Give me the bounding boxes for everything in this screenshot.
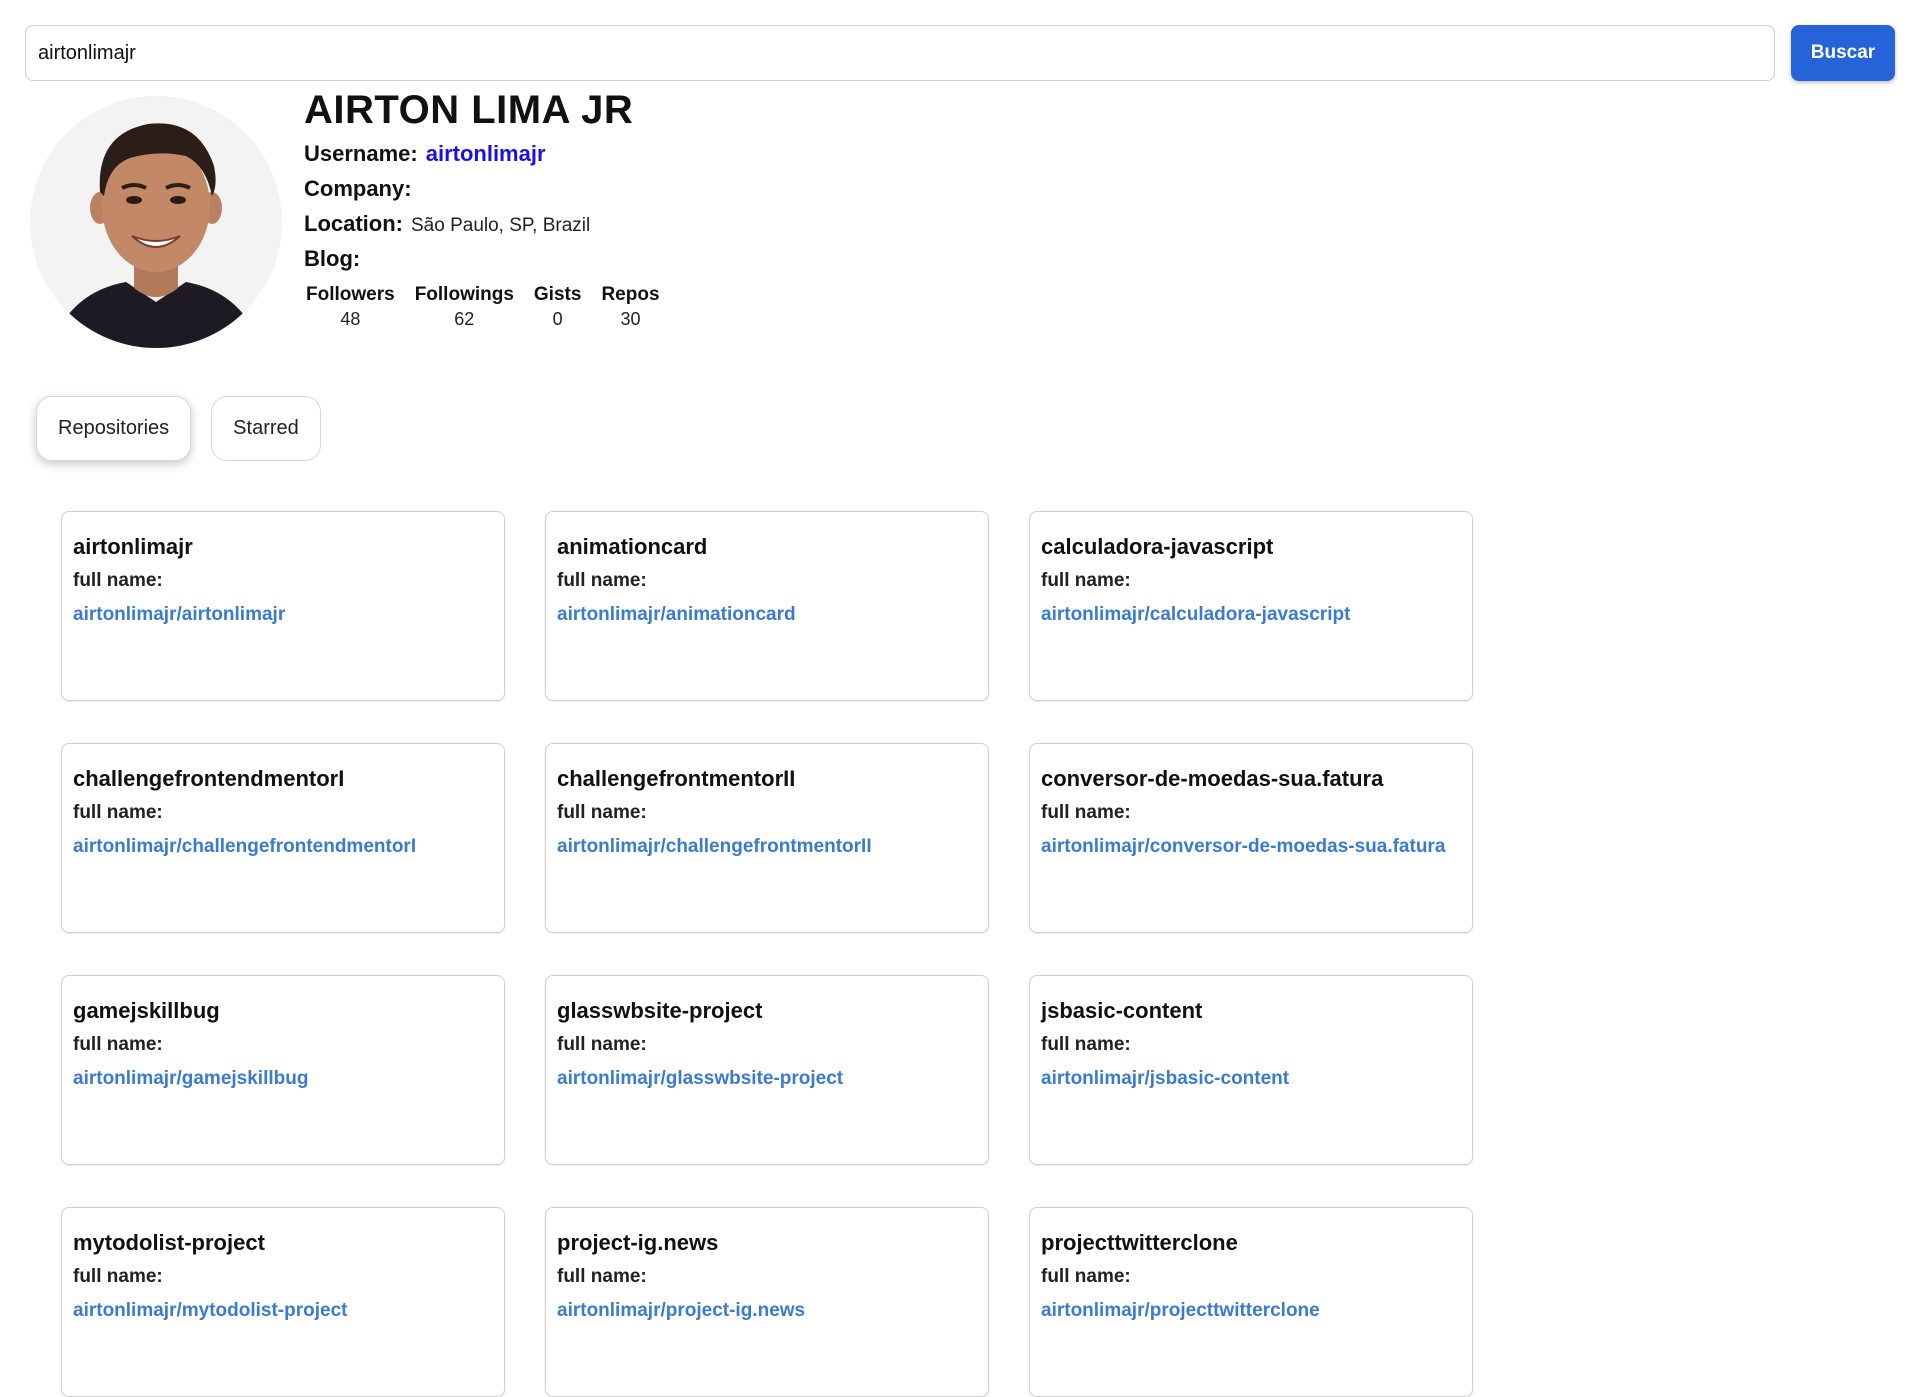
stat-label: Gists <box>533 284 582 305</box>
repo-full-name-label: full name: <box>73 1266 163 1287</box>
location-row: Location: São Paulo, SP, Brazil <box>304 206 633 241</box>
repo-card: jsbasic-content full name: airtonlimajr/… <box>1029 975 1473 1165</box>
repo-full-name-label: full name: <box>73 802 163 823</box>
repo-name: calculadora-javascript <box>1041 534 1274 559</box>
repo-card: project-ig.news full name: airtonlimajr/… <box>545 1207 989 1397</box>
stat-label: Repos <box>601 284 660 305</box>
repo-card: glasswbsite-project full name: airtonlim… <box>545 975 989 1165</box>
location-label: Location: <box>304 211 403 236</box>
repo-name: gamejskillbug <box>73 998 220 1023</box>
stat-value: 62 <box>454 309 475 329</box>
blog-row: Blog: <box>304 241 633 276</box>
repo-full-name-label: full name: <box>557 570 647 591</box>
repo-full-name-label: full name: <box>1041 570 1131 591</box>
repo-card: projecttwitterclone full name: airtonlim… <box>1029 1207 1473 1397</box>
avatar <box>30 96 282 348</box>
repo-card: mytodolist-project full name: airtonlima… <box>61 1207 505 1397</box>
repo-name: project-ig.news <box>557 1230 719 1255</box>
stat-label: Followers <box>306 284 395 305</box>
repo-full-name-label: full name: <box>557 1034 647 1055</box>
repo-link[interactable]: airtonlimajr/animationcard <box>557 598 977 632</box>
repo-name: glasswbsite-project <box>557 998 763 1023</box>
username-link[interactable]: airtonlimajr <box>426 141 546 166</box>
username-row: Username: airtonlimajr <box>304 136 633 171</box>
blog-label: Blog: <box>304 246 361 271</box>
repo-name: airtonlimajr <box>73 534 193 559</box>
stat-value: 48 <box>340 309 361 329</box>
location-value: São Paulo, SP, Brazil <box>411 215 591 236</box>
repo-full-name-label: full name: <box>1041 1034 1131 1055</box>
repo-name: challengefrontmentorII <box>557 766 796 791</box>
repo-link[interactable]: airtonlimajr/calculadora-javascript <box>1041 598 1461 632</box>
repo-name: mytodolist-project <box>73 1230 265 1255</box>
repo-full-name-label: full name: <box>73 570 163 591</box>
repo-card: challengefrontendmentorI full name: airt… <box>61 743 505 933</box>
stat-value: 30 <box>620 309 641 329</box>
repo-name: jsbasic-content <box>1041 998 1203 1023</box>
repo-link[interactable]: airtonlimajr/challengefrontmentorII <box>557 830 977 864</box>
avatar-photo <box>30 96 282 348</box>
repo-link[interactable]: airtonlimajr/conversor-de-moedas-sua.fat… <box>1041 830 1461 864</box>
repo-link[interactable]: airtonlimajr/jsbasic-content <box>1041 1062 1461 1096</box>
tab-starred[interactable]: Starred <box>211 396 321 461</box>
repo-card: airtonlimajr full name: airtonlimajr/air… <box>61 511 505 701</box>
username-label: Username: <box>304 141 418 166</box>
repo-card: animationcard full name: airtonlimajr/an… <box>545 511 989 701</box>
profile-name: AIRTON LIMA JR <box>304 88 634 132</box>
repo-link[interactable]: airtonlimajr/projecttwitterclone <box>1041 1294 1461 1328</box>
stat-followers: Followers 48 <box>306 283 395 331</box>
repo-full-name-label: full name: <box>1041 1266 1131 1287</box>
repo-name: conversor-de-moedas-sua.fatura <box>1041 766 1384 791</box>
repo-name: projecttwitterclone <box>1041 1230 1238 1255</box>
repo-full-name-label: full name: <box>557 802 647 823</box>
search-bar: Buscar <box>25 25 1895 81</box>
repo-card: gamejskillbug full name: airtonlimajr/ga… <box>61 975 505 1165</box>
repo-full-name-label: full name: <box>73 1034 163 1055</box>
repo-link[interactable]: airtonlimajr/gamejskillbug <box>73 1062 493 1096</box>
repo-name: challengefrontendmentorI <box>73 766 345 791</box>
stat-label: Followings <box>414 284 514 305</box>
repo-full-name-label: full name: <box>1041 802 1131 823</box>
profile-stats: Followers 48 Followings 62 Gists 0 Repos… <box>306 283 660 331</box>
company-row: Company: <box>304 171 633 206</box>
tab-bar: Repositories Starred <box>36 396 321 461</box>
repo-grid: airtonlimajr full name: airtonlimajr/air… <box>61 511 1473 1397</box>
tab-repositories[interactable]: Repositories <box>36 396 192 461</box>
profile-info: AIRTON LIMA JR Username: airtonlimajr Com… <box>304 84 633 276</box>
repo-link[interactable]: airtonlimajr/airtonlimajr <box>73 598 493 632</box>
repo-card: challengefrontmentorII full name: airton… <box>545 743 989 933</box>
repo-name: animationcard <box>557 534 708 559</box>
repo-card: conversor-de-moedas-sua.fatura full name… <box>1029 743 1473 933</box>
stat-followings: Followings 62 <box>415 283 514 331</box>
repo-link[interactable]: airtonlimajr/project-ig.news <box>557 1294 977 1328</box>
repo-card: calculadora-javascript full name: airton… <box>1029 511 1473 701</box>
stat-repos: Repos 30 <box>601 283 659 331</box>
repo-full-name-label: full name: <box>557 1266 647 1287</box>
repo-link[interactable]: airtonlimajr/mytodolist-project <box>73 1294 493 1328</box>
repo-link[interactable]: airtonlimajr/glasswbsite-project <box>557 1062 977 1096</box>
stat-value: 0 <box>552 309 563 329</box>
stat-gists: Gists 0 <box>534 283 582 331</box>
company-label: Company: <box>304 176 412 201</box>
repo-link[interactable]: airtonlimajr/challengefrontendmentorI <box>73 830 493 864</box>
search-input[interactable] <box>25 25 1775 81</box>
search-button[interactable]: Buscar <box>1791 25 1895 81</box>
